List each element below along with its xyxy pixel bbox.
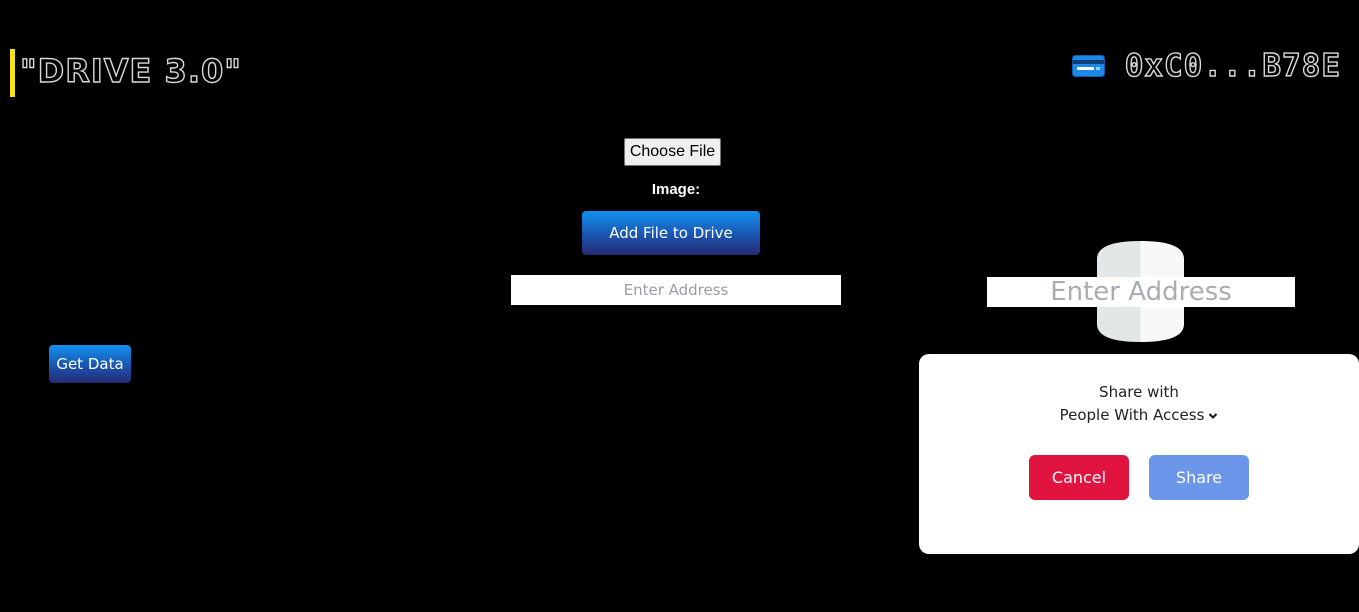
credit-card-icon [1071, 55, 1105, 77]
add-file-button[interactable]: Add File to Drive [582, 211, 760, 255]
wallet-display: 0xC0...B78E [1071, 47, 1341, 85]
get-data-button[interactable]: Get Data [49, 345, 131, 383]
access-select-value: People With Access [1059, 406, 1205, 424]
access-select[interactable]: People With Access [919, 406, 1359, 424]
app-title: "DRIVE 3.0" [19, 51, 242, 90]
address-input[interactable] [511, 275, 841, 305]
image-label: Image: [651, 181, 701, 198]
share-address-input[interactable] [987, 277, 1295, 307]
choose-file-button[interactable]: Choose File [624, 138, 721, 166]
wallet-address: 0xC0...B78E [1124, 47, 1341, 84]
share-button[interactable]: Share [1149, 455, 1249, 500]
cancel-button[interactable]: Cancel [1029, 455, 1129, 500]
chevron-down-icon [1209, 412, 1218, 419]
brand-accent-bar [10, 49, 15, 97]
share-modal: Share with People With Access Cancel Sha… [919, 354, 1359, 554]
share-with-label: Share with [1099, 383, 1179, 401]
